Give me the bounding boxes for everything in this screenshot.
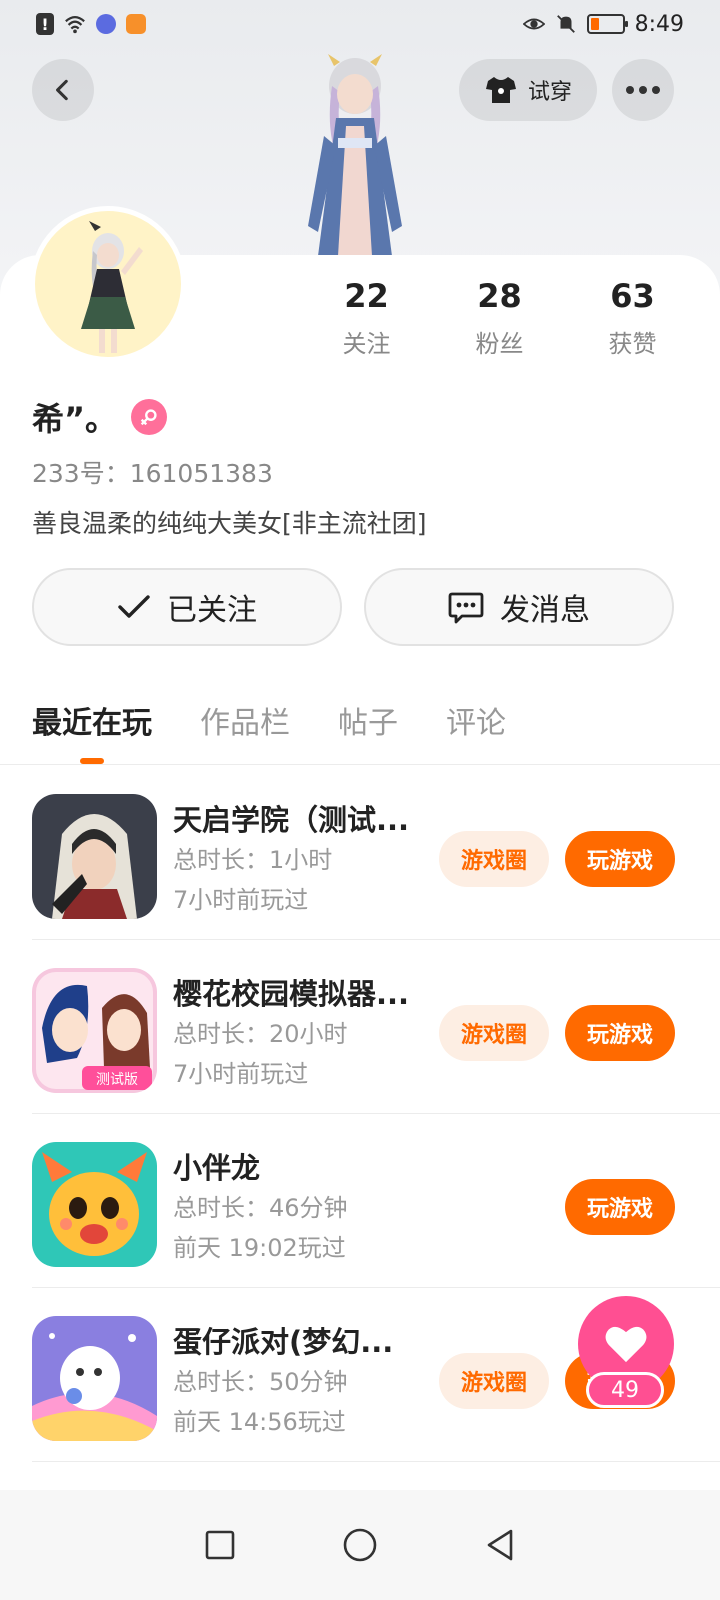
profile-tabs: 最近在玩 作品栏 帖子 评论 (32, 698, 506, 764)
tab-recently-played[interactable]: 最近在玩 (32, 698, 152, 764)
game-last-played: 7小时前玩过 (173, 886, 309, 914)
hero-character-image (308, 54, 402, 256)
game-title: 小伴龙 (173, 1151, 261, 1185)
stat-label: 获赞 (608, 330, 657, 358)
stat-label: 粉丝 (475, 330, 524, 358)
chevron-left-icon (56, 79, 68, 101)
eye-icon (522, 18, 545, 30)
battery-icon (586, 14, 628, 34)
game-last-played: 前天 19:02玩过 (173, 1234, 346, 1262)
heart-icon (605, 1326, 647, 1363)
stat-label: 关注 (342, 330, 391, 358)
back-button[interactable] (32, 59, 94, 121)
more-button[interactable] (612, 59, 674, 121)
following-label: 已关注 (167, 593, 257, 628)
try-on-label: 试穿 (527, 80, 572, 105)
profile-name: 希”。 (32, 400, 118, 438)
game-last-played: 7小时前玩过 (173, 1060, 309, 1088)
home-button[interactable] (340, 1525, 380, 1565)
send-message-button[interactable]: 发消息 (364, 568, 674, 646)
recent-apps-button[interactable] (200, 1525, 240, 1565)
tshirt-icon (485, 77, 516, 103)
system-navigation-bar (0, 1490, 720, 1600)
try-on-button[interactable]: 试穿 (459, 59, 597, 121)
checkmark-icon (118, 595, 150, 618)
more-dots-icon (626, 86, 660, 94)
game-info: 樱花校园模拟器... 总时长：20小时 7小时前玩过 (173, 974, 423, 1094)
tabs-divider (0, 764, 720, 765)
status-bar: ! 8:49 (0, 0, 720, 48)
game-icon (32, 1316, 157, 1441)
game-title: 天启学院（测试... (173, 803, 410, 837)
female-gender-icon (131, 399, 168, 435)
game-title: 蛋仔派对(梦幻... (173, 1325, 394, 1359)
video-app-icon (126, 14, 146, 34)
status-time: 8:49 (634, 11, 684, 37)
game-info: 蛋仔派对(梦幻... 总时长：50分钟 前天 14:56玩过 (173, 1322, 423, 1442)
list-item[interactable]: 测试版 樱花校园模拟器... 总时长：20小时 7小时前玩过 游戏圈 玩游戏 (32, 940, 720, 1114)
triangle-back-icon (487, 1529, 513, 1561)
square-icon (205, 1530, 235, 1560)
like-count-badge: 49 (586, 1372, 664, 1408)
mute-bell-icon (556, 15, 575, 33)
circle-icon (343, 1528, 377, 1562)
game-circle-button[interactable]: 游戏圈 (439, 831, 549, 887)
game-duration: 总时长：1小时 (173, 846, 333, 874)
profile-stats: 22 关注 28 粉丝 63 获赞 (300, 276, 700, 359)
chat-bubble-icon (448, 592, 484, 624)
game-icon (32, 1142, 157, 1267)
tab-works[interactable]: 作品栏 (200, 698, 290, 746)
game-title: 樱花校园模拟器... (173, 977, 410, 1011)
game-last-played: 前天 14:56玩过 (173, 1408, 346, 1436)
game-duration: 总时长：50分钟 (173, 1368, 348, 1396)
list-item[interactable]: 小伴龙 总时长：46分钟 前天 19:02玩过 玩游戏 (32, 1114, 720, 1288)
profile-bio: 善良温柔的纯纯大美女[非主流社团] (32, 509, 427, 538)
music-app-icon (96, 14, 116, 34)
game-duration: 总时长：20小时 (173, 1020, 348, 1048)
game-circle-button[interactable]: 游戏圈 (439, 1353, 549, 1409)
avatar-character-image (81, 221, 143, 353)
game-duration: 总时长：46分钟 (173, 1194, 348, 1222)
status-right-icons: 8:49 (522, 11, 684, 37)
game-icon (32, 794, 157, 919)
stat-followers[interactable]: 28 粉丝 (433, 276, 566, 359)
list-item[interactable]: 天启学院（测试... 总时长：1小时 7小时前玩过 游戏圈 玩游戏 (32, 766, 720, 940)
name-row: 希”。 (32, 394, 168, 440)
stat-value: 28 (477, 277, 522, 315)
profile-uid: 233号：161051383 (32, 459, 273, 488)
tab-posts[interactable]: 帖子 (338, 698, 398, 746)
stat-value: 63 (610, 277, 655, 315)
back-nav-button[interactable] (480, 1525, 520, 1565)
avatar[interactable] (30, 206, 186, 362)
stat-following[interactable]: 22 关注 (300, 276, 433, 359)
following-button[interactable]: 已关注 (32, 568, 342, 646)
wifi-icon (65, 16, 85, 34)
stat-likes[interactable]: 63 获赞 (566, 276, 699, 359)
svg-text:测试版: 测试版 (96, 1072, 138, 1088)
status-left-icons: ! (36, 13, 146, 35)
game-info: 小伴龙 总时长：46分钟 前天 19:02玩过 (173, 1148, 423, 1268)
play-game-button[interactable]: 玩游戏 (565, 1179, 675, 1235)
stat-value: 22 (344, 277, 389, 315)
game-circle-button[interactable]: 游戏圈 (439, 1005, 549, 1061)
play-game-button[interactable]: 玩游戏 (565, 1005, 675, 1061)
game-info: 天启学院（测试... 总时长：1小时 7小时前玩过 (173, 800, 423, 920)
game-icon: 测试版 (32, 968, 157, 1093)
tab-comments[interactable]: 评论 (446, 698, 506, 746)
play-game-button[interactable]: 玩游戏 (565, 831, 675, 887)
alert-icon: ! (36, 13, 54, 35)
send-message-label: 发消息 (500, 593, 590, 628)
